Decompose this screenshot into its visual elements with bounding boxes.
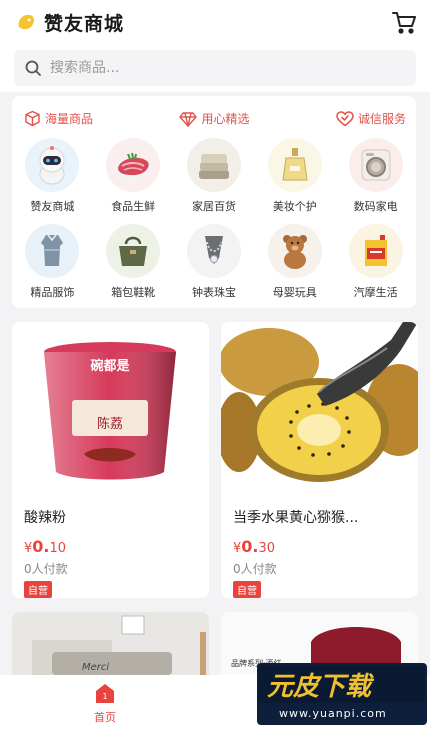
home-icon: 1	[96, 684, 114, 703]
product-price: ¥0.10	[12, 537, 209, 556]
category-watch-jewelry[interactable]: 钟表珠宝	[174, 220, 255, 306]
category-label: 食品生鲜	[111, 200, 156, 213]
category-label: 汽摩生活	[353, 286, 398, 299]
dress-icon	[25, 224, 80, 278]
necklace-icon	[186, 224, 241, 278]
price-integer: 0.	[241, 537, 259, 556]
watermark-logo: 元皮下载 www.yuanpi.com	[257, 663, 427, 725]
search-box[interactable]	[14, 50, 416, 86]
cup-label-text: 陈荔	[97, 416, 123, 432]
teddy-bear-icon	[267, 224, 322, 278]
category-zanyou-mall[interactable]: 赞友商城	[12, 134, 93, 220]
paid-count: 0人付款	[233, 562, 277, 576]
category-boutique-clothing[interactable]: 精品服饰	[12, 220, 93, 306]
product-card-partial[interactable]: Merci	[12, 612, 209, 675]
feature-selected: 用心精选	[179, 110, 250, 127]
cup-lid-text: 碗都是	[90, 358, 130, 374]
category-beauty-care[interactable]: 美妆个护	[254, 134, 335, 220]
tab-home[interactable]: 1 首页	[82, 683, 128, 725]
feature-label: 用心精选	[201, 112, 250, 126]
self-operated-badge: 自营	[24, 581, 52, 598]
category-label: 母婴玩具	[272, 286, 317, 299]
category-home-goods[interactable]: 家居百货	[174, 134, 255, 220]
product-image: 陈荔 碗都是	[12, 322, 209, 497]
price-decimal: 10	[49, 541, 67, 556]
watermark-url: www.yuanpi.com	[279, 707, 387, 720]
price-integer: 0.	[32, 537, 50, 556]
category-label: 数码家电	[353, 200, 398, 213]
feature-mass-goods: 海量商品	[24, 110, 93, 127]
category-food-fresh[interactable]: 食品生鲜	[93, 134, 174, 220]
product-card[interactable]: 当季水果黄心猕猴... ¥0.30 0人付款 自营	[221, 322, 418, 598]
feature-label: 诚信服务	[357, 112, 406, 126]
tab-home-label: 首页	[94, 711, 116, 724]
cart-icon[interactable]	[390, 8, 418, 36]
search-bar-area	[0, 44, 430, 92]
category-label: 箱包鞋靴	[111, 286, 156, 299]
product-price: ¥0.30	[221, 537, 418, 556]
feature-strip: 海量商品 用心精选 诚信服务	[12, 96, 416, 132]
watermark-main-text: 元皮下载	[267, 672, 375, 702]
category-auto-moto-life[interactable]: 汽摩生活	[335, 220, 416, 306]
paid-count: 0人付款	[24, 562, 68, 576]
product-card[interactable]: 陈荔 碗都是 酸辣粉 ¥0.10 0人付款 自营	[12, 322, 209, 598]
category-grid: 赞友商城 食品生鲜 家居百货 美妆个护 数码家电 精品服饰 箱包鞋靴 钟表珠宝 …	[12, 134, 416, 306]
self-operated-badge: 自营	[233, 581, 261, 598]
category-label: 钟表珠宝	[191, 286, 236, 299]
app-root: 赞友商城 海量商品	[0, 0, 430, 730]
category-label: 美妆个护	[272, 200, 317, 213]
towels-icon	[186, 138, 241, 192]
washing-machine-icon	[348, 138, 403, 192]
app-logo-icon	[14, 10, 38, 34]
category-panel: 海量商品 用心精选 诚信服务 赞友商城 食品生鲜 家居百货 美妆个护 数码家电 …	[12, 96, 416, 308]
product-image	[221, 322, 418, 497]
category-bags-shoes[interactable]: 箱包鞋靴	[93, 220, 174, 306]
wall-text: Merci	[82, 662, 109, 673]
app-title: 赞友商城	[44, 12, 125, 35]
category-label: 家居百货	[191, 200, 236, 213]
home-badge: 1	[102, 692, 107, 701]
price-decimal: 30	[258, 541, 276, 556]
diamond-icon	[179, 111, 198, 127]
handbag-icon	[106, 224, 161, 278]
motor-oil-icon	[348, 224, 403, 278]
product-name: 当季水果黄心猕猴...	[233, 510, 359, 526]
heart-icon	[336, 110, 354, 126]
category-label: 赞友商城	[30, 200, 75, 213]
robot-icon	[25, 138, 80, 192]
search-input[interactable]	[50, 60, 370, 76]
feature-label: 海量商品	[45, 112, 94, 126]
category-label: 精品服饰	[30, 286, 75, 299]
box-icon	[25, 110, 40, 127]
app-header: 赞友商城	[0, 0, 430, 44]
meat-icon	[106, 138, 161, 192]
perfume-icon	[267, 138, 322, 192]
search-icon	[25, 60, 41, 76]
product-name: 酸辣粉	[24, 510, 66, 526]
category-digital-appliance[interactable]: 数码家电	[335, 134, 416, 220]
feature-honest-service: 诚信服务	[336, 110, 406, 127]
category-mother-baby-toys[interactable]: 母婴玩具	[254, 220, 335, 306]
